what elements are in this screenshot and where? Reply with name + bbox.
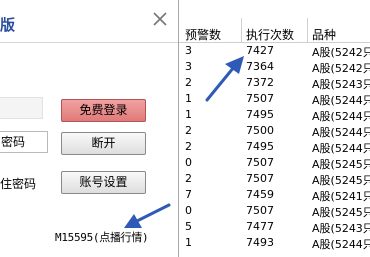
variety-cell: A股(5242只: [312, 62, 370, 75]
exec-count-cell: 7459: [246, 188, 274, 201]
exec-count-cell: 7495: [246, 108, 274, 121]
warn-count-cell: 1: [185, 108, 192, 121]
warn-count-cell: 2: [185, 124, 192, 137]
variety-cell: A股(5245只: [312, 174, 370, 187]
table-row[interactable]: 7 7459 A股(5241只: [179, 187, 370, 203]
warn-count-cell: 2: [185, 76, 192, 89]
warn-count-cell: 5: [185, 220, 192, 233]
password-field[interactable]: 密码: [0, 131, 48, 153]
exec-count-cell: 7507: [246, 156, 274, 169]
exec-count-cell: 7493: [246, 236, 274, 249]
table-row[interactable]: 2 7507 A股(5245只: [179, 171, 370, 187]
variety-cell: A股(5244只: [312, 238, 370, 251]
table-row[interactable]: 3 7364 A股(5242只: [179, 59, 370, 75]
remember-password-label: 住密码: [0, 177, 37, 191]
variety-cell: A股(5245只: [312, 206, 370, 219]
variety-cell: A股(5244只: [312, 94, 370, 107]
column-header-warn-count[interactable]: 预警数: [185, 26, 221, 43]
column-separator[interactable]: [241, 18, 242, 42]
column-header-variety[interactable]: 品种: [312, 26, 336, 43]
variety-cell: A股(5244只: [312, 126, 370, 139]
table-row[interactable]: 5 7477 A股(5243只: [179, 219, 370, 235]
warn-count-cell: 0: [185, 156, 192, 169]
exec-count-cell: 7507: [246, 92, 274, 105]
username-field[interactable]: [0, 97, 43, 119]
disconnect-button[interactable]: 断开: [61, 132, 146, 155]
variety-cell: A股(5242只: [312, 46, 370, 59]
exec-count-cell: 7507: [246, 172, 274, 185]
login-panel: 版 免费登录 密码 断开 住密码 账号设置 M15595(点播行情): [0, 0, 178, 257]
warn-count-cell: 1: [185, 92, 192, 105]
exec-count-cell: 7427: [246, 44, 274, 57]
variety-cell: A股(5243只: [312, 78, 370, 91]
table-row[interactable]: 0 7507 A股(5245只: [179, 155, 370, 171]
warn-count-cell: 1: [185, 236, 192, 249]
exec-count-cell: 7495: [246, 140, 274, 153]
title-separator: [0, 42, 178, 43]
table-row[interactable]: 0 7507 A股(5245只: [179, 203, 370, 219]
window-title: 版: [0, 16, 16, 34]
table-row[interactable]: 3 7427 A股(5242只: [179, 43, 370, 59]
table-row[interactable]: 1 7493 A股(5244只: [179, 235, 370, 251]
variety-cell: A股(5244只: [312, 110, 370, 123]
variety-cell: A股(5244只: [312, 142, 370, 155]
exec-count-cell: 7477: [246, 220, 274, 233]
warn-count-cell: 0: [185, 204, 192, 217]
close-icon[interactable]: [151, 10, 169, 28]
variety-cell: A股(5245只: [312, 158, 370, 171]
version-label: M15595(点播行情): [55, 231, 149, 244]
exec-count-cell: 7372: [246, 76, 274, 89]
warning-table: 预警数 执行次数 品种 3 7427 A股(5242只 3 7364 A股(5242只 2 7…: [179, 0, 370, 257]
table-header: 预警数 执行次数 品种: [179, 0, 370, 43]
table-row[interactable]: 1 7495 A股(5244只: [179, 107, 370, 123]
table-row[interactable]: 1 7507 A股(5244只: [179, 91, 370, 107]
warn-count-cell: 3: [185, 60, 192, 73]
exec-count-cell: 7507: [246, 204, 274, 217]
table-row[interactable]: 2 7500 A股(5244只: [179, 123, 370, 139]
warn-count-cell: 7: [185, 188, 192, 201]
exec-count-cell: 7500: [246, 124, 274, 137]
table-row[interactable]: 2 7372 A股(5243只: [179, 75, 370, 91]
table-row[interactable]: 2 7495 A股(5244只: [179, 139, 370, 155]
warn-count-cell: 2: [185, 172, 192, 185]
column-header-exec-count[interactable]: 执行次数: [246, 26, 294, 43]
column-separator[interactable]: [307, 18, 308, 42]
variety-cell: A股(5241只: [312, 190, 370, 203]
warn-count-cell: 2: [185, 140, 192, 153]
account-settings-button[interactable]: 账号设置: [61, 171, 146, 194]
free-login-button[interactable]: 免费登录: [61, 99, 146, 122]
variety-cell: A股(5243只: [312, 222, 370, 235]
exec-count-cell: 7364: [246, 60, 274, 73]
warn-count-cell: 3: [185, 44, 192, 57]
